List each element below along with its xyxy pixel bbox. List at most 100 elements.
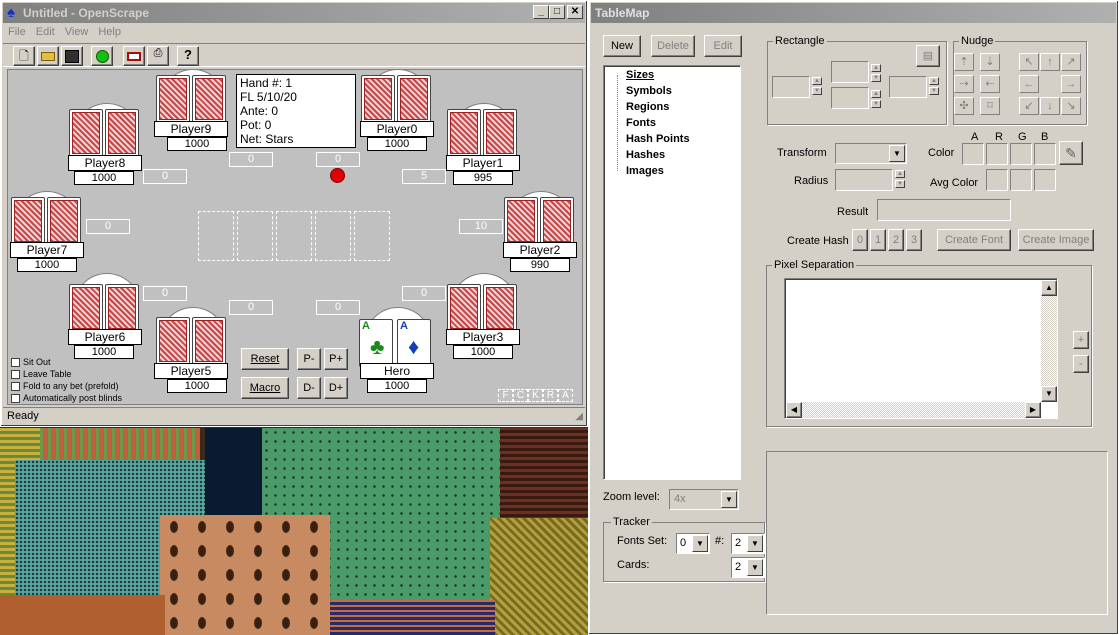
- hash-3-button[interactable]: 3: [906, 229, 922, 251]
- pixel-sep-plus-button[interactable]: +: [1073, 331, 1089, 349]
- rect-bottom-field[interactable]: [831, 87, 869, 109]
- nudge-down-icon[interactable]: ↓: [1040, 97, 1060, 115]
- nudge-up-icon[interactable]: ↑: [1040, 53, 1060, 71]
- macro-button[interactable]: Macro: [241, 377, 289, 399]
- transform-select[interactable]: ▼: [835, 143, 907, 164]
- tree-item-images[interactable]: Images: [626, 165, 664, 177]
- eyedropper-icon[interactable]: ✎: [1059, 141, 1083, 165]
- tablemap-titlebar[interactable]: TableMap: [591, 3, 1116, 23]
- nudge-shrink-left-icon[interactable]: ⇠: [980, 75, 1000, 93]
- radius-field[interactable]: [835, 169, 893, 191]
- nudge-up-left-icon[interactable]: ↖: [1019, 53, 1039, 71]
- spin-down[interactable]: ▼: [895, 180, 905, 188]
- tree-item-hashes[interactable]: Hashes: [626, 149, 665, 161]
- bet-box: 0: [316, 300, 360, 315]
- spin-up[interactable]: ▲: [929, 77, 939, 85]
- leave-table-checkbox[interactable]: Leave Table: [11, 368, 71, 380]
- color-a-field[interactable]: [962, 143, 984, 165]
- menu-help[interactable]: Help: [93, 24, 126, 40]
- nudge-left-icon[interactable]: ←: [1019, 75, 1039, 93]
- nudge-grow-up-icon[interactable]: ⇡: [954, 53, 974, 71]
- desktop-patch: [40, 428, 200, 463]
- scroll-up-icon[interactable]: ▲: [1041, 280, 1057, 296]
- rect-left-field[interactable]: [772, 76, 810, 98]
- hash-2-button[interactable]: 2: [888, 229, 904, 251]
- green-circle-icon[interactable]: [91, 46, 113, 66]
- scroll-right-icon[interactable]: ▶: [1025, 402, 1041, 418]
- horizontal-scrollbar[interactable]: ◀ ▶: [786, 402, 1041, 418]
- new-file-icon[interactable]: 🗋: [13, 46, 35, 66]
- save-icon[interactable]: [61, 46, 83, 66]
- table-icon[interactable]: [123, 46, 145, 66]
- nudge-down-left-icon[interactable]: ↙: [1019, 97, 1039, 115]
- tree-item-fonts[interactable]: Fonts: [626, 117, 656, 129]
- player-name: Player1: [446, 155, 520, 171]
- argb-label-a: A: [971, 131, 979, 143]
- tree-view[interactable]: [603, 65, 741, 480]
- spin-down[interactable]: ▼: [812, 87, 822, 95]
- d-plus-button[interactable]: D+: [324, 377, 348, 399]
- openscrape-titlebar[interactable]: ♠ Untitled - OpenScrape: [3, 3, 585, 23]
- delete-button[interactable]: Delete: [651, 35, 695, 57]
- maximize-button[interactable]: □: [549, 5, 565, 19]
- scroll-left-icon[interactable]: ◀: [786, 402, 802, 418]
- zoom-label: Zoom level:: [603, 491, 660, 503]
- autopost-checkbox[interactable]: Automatically post blinds: [11, 392, 122, 404]
- color-b-field[interactable]: [1034, 143, 1056, 165]
- nudge-down-right-icon[interactable]: ↘: [1061, 97, 1081, 115]
- sit-out-checkbox[interactable]: Sit Out: [11, 356, 51, 368]
- rect-top-field[interactable]: [831, 61, 869, 83]
- resize-grip-icon[interactable]: ◢: [575, 411, 583, 422]
- open-folder-icon[interactable]: [37, 46, 59, 66]
- spin-up[interactable]: ▲: [871, 64, 881, 72]
- p-minus-button[interactable]: P-: [297, 348, 321, 370]
- spin-down[interactable]: ▼: [929, 87, 939, 95]
- card-back: [447, 109, 481, 157]
- spin-up[interactable]: ▲: [812, 77, 822, 85]
- nudge-up-right-icon[interactable]: ↗: [1061, 53, 1081, 71]
- reset-button[interactable]: Reset: [241, 348, 289, 370]
- tree-item-symbols[interactable]: Symbols: [626, 85, 672, 97]
- nudge-grow-all-icon[interactable]: ✣: [954, 97, 974, 115]
- tree-item-regions[interactable]: Regions: [626, 101, 669, 113]
- tree-item-hash-points[interactable]: Hash Points: [626, 133, 690, 145]
- menu-view[interactable]: View: [60, 24, 94, 40]
- rect-right-field[interactable]: [889, 76, 927, 98]
- zoom-select[interactable]: 4x ▼: [669, 489, 739, 510]
- help-icon[interactable]: ?: [177, 46, 199, 66]
- hash-count-select[interactable]: 2 ▼: [731, 533, 765, 554]
- fonts-set-select[interactable]: 0 ▼: [676, 533, 710, 554]
- color-g-field[interactable]: [1010, 143, 1032, 165]
- tree-item-sizes[interactable]: Sizes: [626, 69, 654, 81]
- menu-file[interactable]: File: [3, 24, 31, 40]
- spin-down[interactable]: ▼: [871, 100, 881, 108]
- minimize-button[interactable]: _: [533, 5, 549, 19]
- new-button[interactable]: New: [603, 35, 641, 57]
- spin-up[interactable]: ▲: [895, 170, 905, 178]
- nudge-grow-right-icon[interactable]: ⇢: [954, 75, 974, 93]
- vertical-scrollbar[interactable]: ▲ ▼: [1041, 280, 1057, 402]
- pick-rect-icon[interactable]: ▤: [916, 45, 940, 67]
- pixel-separation-area[interactable]: [784, 278, 1058, 419]
- scroll-down-icon[interactable]: ▼: [1041, 386, 1057, 402]
- status-bar: Ready ◢: [3, 407, 585, 425]
- nudge-shrink-up-icon[interactable]: ⇣: [980, 53, 1000, 71]
- spin-down[interactable]: ▼: [871, 74, 881, 82]
- nudge-shrink-all-icon[interactable]: ⌑: [980, 97, 1000, 115]
- close-button[interactable]: ✕: [567, 5, 583, 19]
- export-icon[interactable]: ⎙: [147, 46, 169, 66]
- create-font-button[interactable]: Create Font: [937, 229, 1011, 251]
- cards-select[interactable]: 2 ▼: [731, 557, 765, 578]
- hash-0-button[interactable]: 0: [852, 229, 868, 251]
- pixel-sep-minus-button[interactable]: -: [1073, 355, 1089, 373]
- create-image-button[interactable]: Create Image: [1018, 229, 1094, 251]
- d-minus-button[interactable]: D-: [297, 377, 321, 399]
- spin-up[interactable]: ▲: [871, 90, 881, 98]
- nudge-right-icon[interactable]: →: [1061, 75, 1081, 93]
- p-plus-button[interactable]: P+: [324, 348, 348, 370]
- menu-edit[interactable]: Edit: [31, 24, 60, 40]
- edit-button[interactable]: Edit: [704, 35, 742, 57]
- hash-1-button[interactable]: 1: [870, 229, 886, 251]
- prefold-checkbox[interactable]: Fold to any bet (prefold): [11, 380, 119, 392]
- color-r-field[interactable]: [986, 143, 1008, 165]
